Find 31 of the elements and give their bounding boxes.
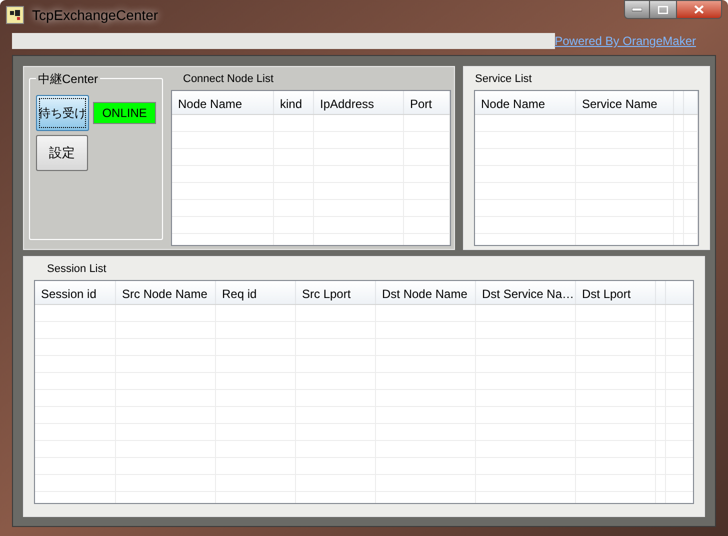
section-title: Service List [474, 72, 533, 87]
column-header[interactable]: Dst Node Name [376, 281, 476, 304]
window-title: TcpExchangeCenter [32, 6, 158, 25]
close-button[interactable] [676, 0, 722, 19]
status-indicator: ONLINE [93, 102, 156, 124]
column-header[interactable]: Src Lport [296, 281, 376, 304]
column-header[interactable]: kind [274, 91, 314, 114]
minimize-button[interactable] [624, 0, 650, 19]
maximize-button[interactable] [650, 0, 676, 19]
list-view[interactable]: Node Name kind IpAddress Port [171, 90, 451, 246]
column-header[interactable]: Dst Lport [576, 281, 656, 304]
settings-button[interactable]: 設定 [36, 135, 88, 171]
list-view[interactable]: Node Name Service Name [474, 90, 699, 246]
column-header[interactable]: Dst Service Na… [476, 281, 576, 304]
column-header[interactable]: Node Name [172, 91, 274, 114]
section-title: Connect Node List [182, 72, 274, 87]
column-header[interactable]: Service Name [576, 91, 674, 114]
column-header[interactable]: IpAddress [314, 91, 404, 114]
column-header[interactable]: Src Node Name [116, 281, 216, 304]
text-field[interactable] [12, 33, 555, 49]
column-header[interactable]: Req id [216, 281, 296, 304]
minimize-icon [632, 8, 642, 12]
list-view[interactable]: Session id Src Node Name Req id Src Lport Dst Node Name Dst Service Na… Dst Lport [34, 280, 694, 504]
column-header[interactable]: Port [404, 91, 450, 114]
column-header[interactable]: Node Name [475, 91, 576, 114]
listen-button[interactable]: 待ち受け [36, 95, 90, 131]
section-title: Session List [46, 262, 108, 277]
column-header[interactable]: Session id [35, 281, 116, 304]
maximize-icon [658, 6, 668, 14]
app-icon [6, 6, 24, 24]
close-icon [694, 5, 704, 14]
